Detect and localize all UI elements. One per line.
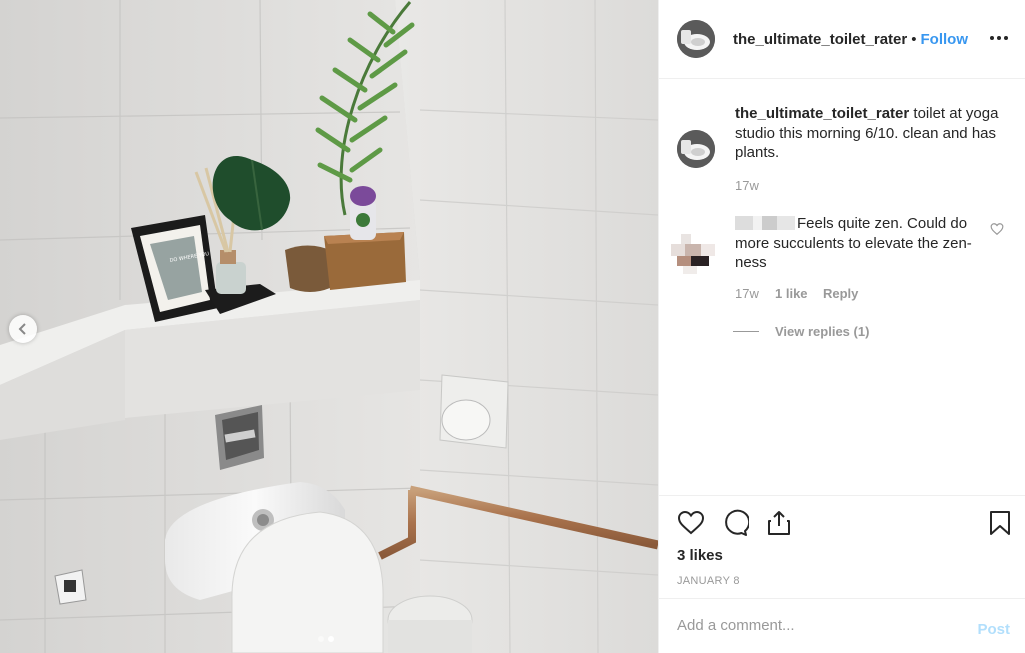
caption-avatar[interactable] (677, 130, 715, 168)
comment-icon[interactable] (721, 509, 749, 537)
username-link[interactable]: the_ultimate_toilet_rater (733, 31, 907, 48)
carousel-dot-active (328, 636, 334, 642)
more-options-icon[interactable] (987, 28, 1011, 48)
comment-input[interactable] (677, 617, 957, 634)
comment-timestamp[interactable]: 17w (735, 286, 775, 301)
post-sidebar: the_ultimate_toilet_rater • Follow the_u… (658, 0, 1025, 653)
share-icon[interactable] (765, 509, 793, 537)
caption-timestamp[interactable]: 17w (735, 178, 759, 193)
post-comment-button[interactable]: Post (977, 621, 1010, 638)
avatar-toilet-image (677, 130, 715, 168)
likes-count[interactable]: 3 likes (677, 547, 723, 564)
replies-divider (733, 331, 759, 332)
post-actions: 3 likes JANUARY 8 (659, 495, 1025, 599)
post-photo[interactable]: DO WHERE YOU (0, 0, 658, 653)
bathroom-photo: DO WHERE YOU (0, 0, 658, 653)
chevron-left-icon (18, 323, 26, 335)
carousel-indicator (318, 636, 334, 642)
bookmark-icon[interactable] (986, 509, 1014, 537)
comment-heart-icon[interactable] (990, 222, 1004, 236)
post-header: the_ultimate_toilet_rater • Follow (659, 0, 1025, 79)
comment-meta: 17w 1 like Reply (735, 286, 858, 301)
avatar-toilet-image (677, 20, 715, 58)
view-replies-button[interactable]: View replies (1) (733, 324, 869, 339)
post-date[interactable]: JANUARY 8 (677, 575, 740, 587)
carousel-prev-button[interactable] (9, 315, 37, 343)
commenter-avatar[interactable] (671, 230, 715, 274)
separator-dot: • (911, 31, 917, 48)
comment-likes[interactable]: 1 like (775, 286, 823, 301)
heart-icon[interactable] (677, 509, 705, 537)
add-comment-bar: Post (659, 598, 1025, 653)
reply-button[interactable]: Reply (823, 286, 858, 301)
blurred-username[interactable] (735, 216, 795, 230)
carousel-dot (318, 636, 324, 642)
comment-text: Feels quite zen. Could do more succulent… (735, 214, 985, 273)
avatar[interactable] (677, 20, 715, 58)
follow-button[interactable]: Follow (921, 31, 969, 48)
caption-username[interactable]: the_ultimate_toilet_rater (735, 105, 909, 122)
view-replies-label: View replies (1) (775, 324, 870, 339)
caption-text: the_ultimate_toilet_rater toilet at yoga… (735, 104, 1000, 163)
